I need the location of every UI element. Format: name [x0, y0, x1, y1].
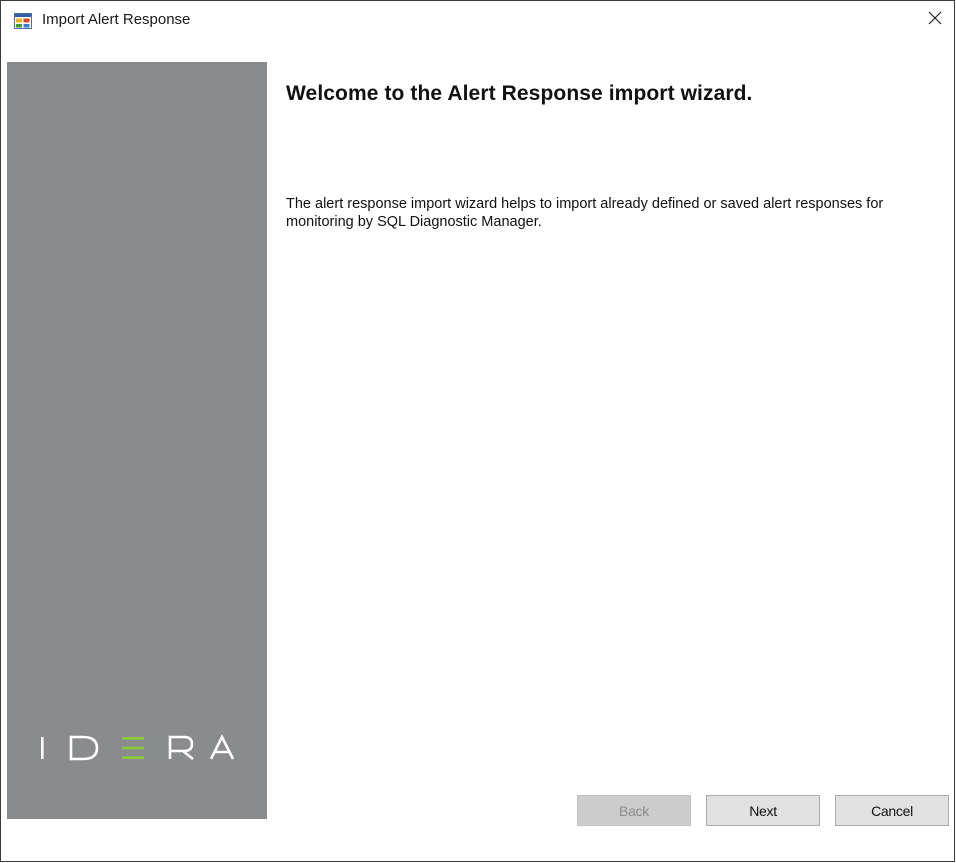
wizard-description: The alert response import wizard helps t…: [286, 196, 884, 230]
title-bar[interactable]: Import Alert Response: [1, 1, 954, 39]
back-button[interactable]: Back: [577, 795, 691, 826]
window-title: Import Alert Response: [42, 11, 191, 28]
app-window-icon: [14, 13, 32, 29]
wizard-sidebar: [7, 62, 267, 819]
wizard-heading: Welcome to the Alert Response import wiz…: [286, 82, 753, 105]
wizard-window: Import Alert Response Welcome to the Ale…: [0, 0, 955, 862]
cancel-button[interactable]: Cancel: [835, 795, 949, 826]
close-button[interactable]: [918, 5, 952, 35]
close-icon: [928, 11, 942, 30]
idera-logo: [39, 734, 235, 762]
next-button[interactable]: Next: [706, 795, 820, 826]
